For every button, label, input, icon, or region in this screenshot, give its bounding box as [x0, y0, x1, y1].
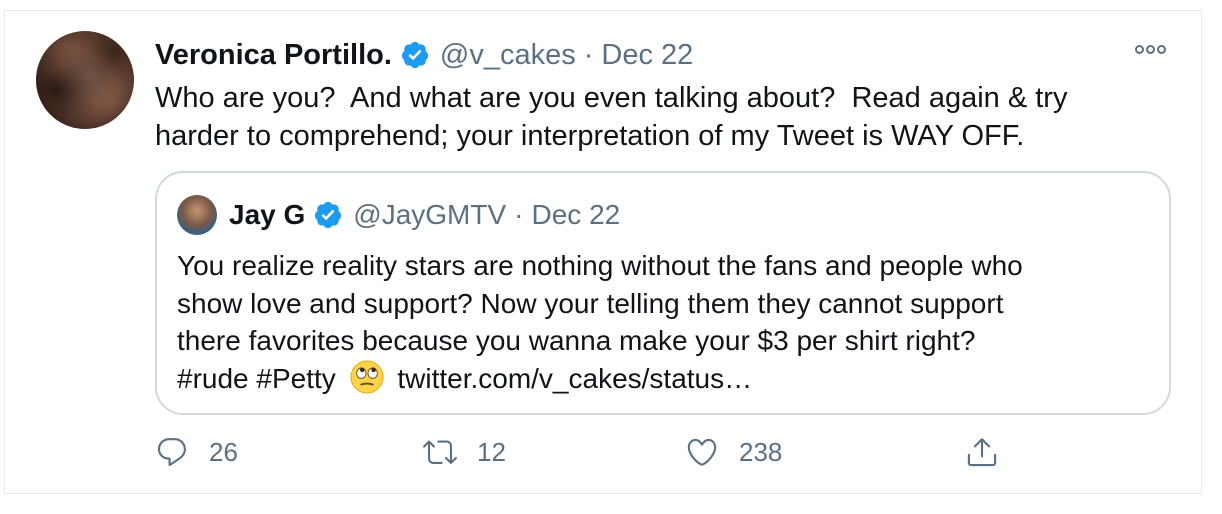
- header-separator: ·: [583, 39, 594, 71]
- more-dot: [1135, 45, 1144, 54]
- heart-icon: [687, 438, 717, 466]
- reply-count: 26: [209, 436, 238, 467]
- more-dot: [1157, 45, 1166, 54]
- more-dot: [1146, 45, 1155, 54]
- verified-badge-icon: [315, 201, 342, 229]
- like-button[interactable]: 238: [685, 435, 782, 469]
- quoted-author-avatar: [177, 195, 217, 235]
- author-avatar[interactable]: [36, 31, 134, 129]
- quoted-tweet[interactable]: Jay G @JayGMTV · Dec 22 You realize real…: [155, 171, 1171, 415]
- tweet-date[interactable]: Dec 22: [601, 37, 693, 73]
- quoted-text-line: there favorites because you wanna make y…: [177, 325, 976, 356]
- share-button[interactable]: [965, 435, 999, 469]
- retweet-button[interactable]: 12: [423, 435, 506, 469]
- eye-roll-emoji-icon: [350, 359, 384, 394]
- verified-badge-icon: [401, 41, 429, 69]
- quoted-tweet-text: You realize reality stars are nothing wi…: [177, 247, 1157, 397]
- tweet-card[interactable]: Veronica Portillo. @v_cakes · Dec 22 Who…: [4, 10, 1202, 494]
- tweet-actions: 26 12 238: [155, 435, 1015, 475]
- share-icon: [967, 438, 997, 467]
- avatar-photo: [36, 31, 134, 129]
- quoted-link[interactable]: twitter.com/v_cakes/status…: [397, 363, 752, 394]
- quoted-text-line: #rude #Petty twitter.com/v_cakes/status…: [177, 359, 1157, 398]
- like-count: 238: [739, 436, 783, 467]
- more-options-icon[interactable]: [1135, 45, 1166, 54]
- quoted-author-display-name: Jay G: [229, 199, 306, 230]
- quoted-tweet-date: Dec 22: [531, 199, 621, 230]
- reply-icon: [157, 438, 186, 467]
- tweet-text-line: Who are you? And what are you even talki…: [155, 82, 1068, 114]
- reply-button[interactable]: 26: [155, 435, 238, 469]
- quoted-tweet-header: Jay G @JayGMTV · Dec 22: [177, 195, 620, 235]
- quoted-text-line: show love and support? Now your telling …: [177, 287, 1004, 319]
- retweet-count: 12: [477, 436, 506, 467]
- tweet-header: Veronica Portillo. @v_cakes · Dec 22: [155, 37, 693, 73]
- quoted-header-separator: ·: [514, 199, 524, 230]
- author-handle[interactable]: @v_cakes: [440, 37, 576, 73]
- quoted-text-line: You realize reality stars are nothing wi…: [177, 250, 1023, 281]
- retweet-icon: [423, 440, 457, 464]
- hashtags: #rude #Petty: [177, 362, 336, 394]
- tweet-text: Who are you? And what are you even talki…: [155, 79, 1155, 155]
- author-display-name[interactable]: Veronica Portillo.: [155, 37, 392, 73]
- quoted-author-handle: @JayGMTV: [353, 199, 507, 230]
- tweet-text-line: harder to comprehend; your interpretatio…: [155, 120, 1025, 152]
